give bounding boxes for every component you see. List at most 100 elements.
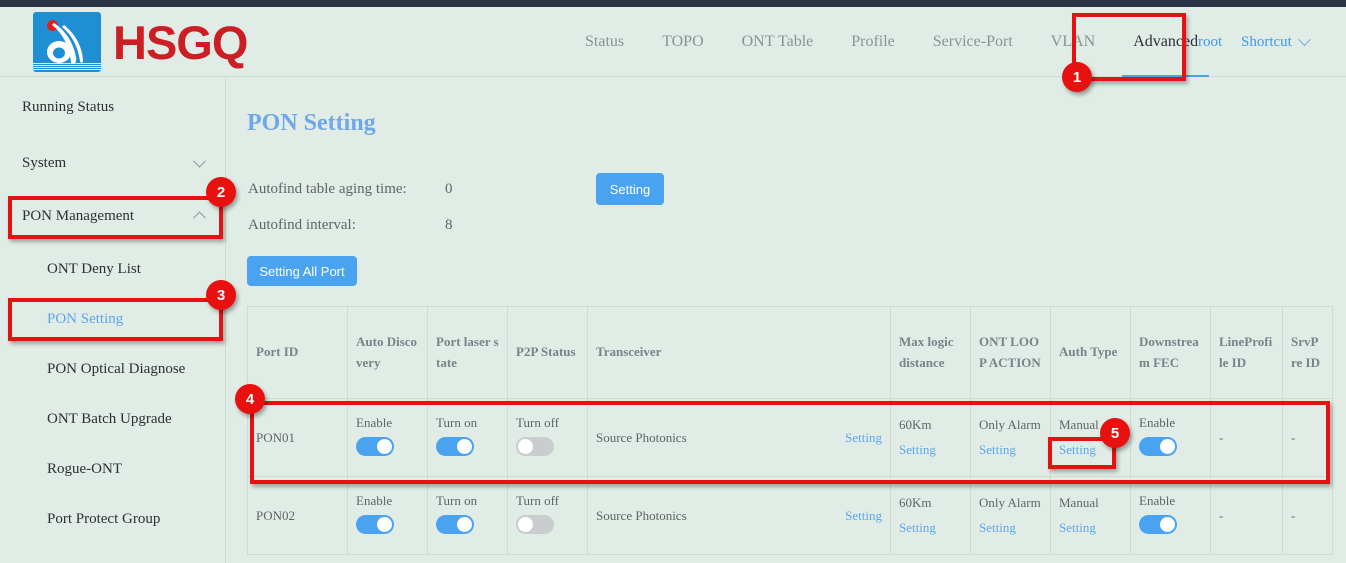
cell-transceiver: Source Photonics Setting — [588, 399, 891, 477]
col-header-ont-loop-action: ONT LOOP ACTION — [971, 307, 1051, 399]
downstream-fec-label: Enable — [1139, 414, 1202, 433]
sidebar-item-pon-optical-diagnose[interactable]: PON Optical Diagnose — [0, 344, 226, 394]
cell-ont-loop-action: Only Alarm Setting — [971, 399, 1051, 477]
sidebar: Running Status System PON Management ONT… — [0, 78, 226, 563]
cell-p2p-status: Turn off — [508, 399, 588, 477]
sidebar-item-label: PON Setting — [0, 311, 123, 328]
main-nav: Status TOPO ONT Table Profile Service-Po… — [566, 7, 1217, 77]
autofind-interval-label: Autofind interval: — [248, 217, 356, 234]
max-logic-distance-value: 60Km — [899, 413, 962, 438]
table-row: PON01 Enable Turn on — [248, 399, 1333, 477]
cell-auto-discovery: Enable — [348, 477, 428, 555]
transceiver-value: Source Photonics — [596, 430, 687, 446]
table-row: PON02 Enable Turn on — [248, 477, 1333, 555]
max-logic-distance-setting-link[interactable]: Setting — [899, 516, 962, 541]
ont-loop-action-value: Only Alarm — [979, 413, 1042, 438]
chevron-up-icon — [193, 211, 206, 224]
hsgq-logo-icon — [33, 12, 101, 72]
p2p-status-toggle[interactable] — [516, 437, 554, 456]
chevron-down-icon — [1298, 33, 1311, 46]
cell-line-profile-id: - — [1211, 477, 1283, 555]
cell-port-id: PON02 — [248, 477, 348, 555]
sidebar-item-pon-setting[interactable]: PON Setting — [0, 294, 226, 344]
port-laser-label: Turn on — [436, 414, 499, 433]
col-header-port-id: Port ID — [248, 307, 348, 399]
transceiver-value: Source Photonics — [596, 508, 687, 524]
col-header-transceiver: Transceiver — [588, 307, 891, 399]
main-content: PON Setting Autofind table aging time: 0… — [227, 78, 1346, 563]
max-logic-distance-value: 60Km — [899, 491, 962, 516]
sidebar-item-ont-deny-list[interactable]: ONT Deny List — [0, 244, 226, 294]
col-header-p2p-status: P2P Status — [508, 307, 588, 399]
sidebar-item-label: System — [0, 155, 66, 172]
nav-item-ont-table[interactable]: ONT Table — [723, 7, 833, 77]
sidebar-item-rogue-ont[interactable]: Rogue-ONT — [0, 444, 226, 494]
max-logic-distance-setting-link[interactable]: Setting — [899, 438, 962, 463]
nav-item-status[interactable]: Status — [566, 7, 643, 77]
app-root: HSGQ Status TOPO ONT Table Profile Servi… — [0, 0, 1346, 563]
sidebar-item-port-protect-group[interactable]: Port Protect Group — [0, 494, 226, 544]
ont-loop-action-value: Only Alarm — [979, 491, 1042, 516]
sidebar-item-label: ONT Batch Upgrade — [0, 411, 172, 428]
col-header-line-profile-id: LineProfile ID — [1211, 307, 1283, 399]
brand-logo[interactable]: HSGQ — [33, 12, 247, 72]
cell-downstream-fec: Enable — [1131, 399, 1211, 477]
auto-discovery-toggle[interactable] — [356, 437, 394, 456]
transceiver-setting-link[interactable]: Setting — [845, 430, 882, 446]
nav-item-vlan[interactable]: VLAN — [1032, 7, 1114, 77]
sidebar-item-label: ONT Deny List — [0, 261, 141, 278]
col-header-auto-discovery: Auto Discovery — [348, 307, 428, 399]
nav-item-service-port[interactable]: Service-Port — [914, 7, 1032, 77]
auth-type-value: Manual — [1059, 491, 1122, 516]
sidebar-item-label: PON Optical Diagnose — [0, 361, 185, 378]
cell-port-laser-state: Turn on — [428, 399, 508, 477]
col-header-auth-type: Auth Type — [1051, 307, 1131, 399]
autofind-interval-value: 8 — [445, 217, 453, 234]
chevron-down-icon — [193, 155, 206, 168]
sidebar-item-running-status[interactable]: Running Status — [0, 82, 226, 132]
cell-p2p-status: Turn off — [508, 477, 588, 555]
current-user-label: root — [1198, 7, 1222, 77]
col-header-srv-pre-id: SrvPre ID — [1283, 307, 1333, 399]
sidebar-item-label: Running Status — [0, 99, 114, 116]
logo-stripes-icon — [33, 63, 101, 72]
setting-button[interactable]: Setting — [596, 173, 664, 205]
downstream-fec-toggle[interactable] — [1139, 437, 1177, 456]
cell-downstream-fec: Enable — [1131, 477, 1211, 555]
setting-all-port-button[interactable]: Setting All Port — [247, 256, 357, 286]
shortcut-menu[interactable]: Shortcut — [1241, 7, 1309, 77]
ont-loop-action-setting-link[interactable]: Setting — [979, 438, 1042, 463]
ont-loop-action-setting-link[interactable]: Setting — [979, 516, 1042, 541]
downstream-fec-label: Enable — [1139, 492, 1202, 511]
port-laser-toggle[interactable] — [436, 437, 474, 456]
p2p-status-toggle[interactable] — [516, 515, 554, 534]
cell-auth-type: Manual Setting — [1051, 477, 1131, 555]
sidebar-item-ont-batch-upgrade[interactable]: ONT Batch Upgrade — [0, 394, 226, 444]
port-laser-toggle[interactable] — [436, 515, 474, 534]
transceiver-setting-link[interactable]: Setting — [845, 508, 882, 524]
nav-item-topo[interactable]: TOPO — [643, 7, 723, 77]
sidebar-item-label: PON Management — [0, 208, 134, 225]
autofind-aging-label: Autofind table aging time: — [248, 181, 407, 198]
sidebar-item-label: Rogue-ONT — [0, 461, 122, 478]
auth-type-setting-link[interactable]: Setting — [1059, 438, 1122, 463]
downstream-fec-toggle[interactable] — [1139, 515, 1177, 534]
table-header-row: Port ID Auto Discovery Port laser state … — [248, 307, 1333, 399]
sidebar-item-pon-management[interactable]: PON Management — [0, 191, 226, 241]
cell-ont-loop-action: Only Alarm Setting — [971, 477, 1051, 555]
auto-discovery-label: Enable — [356, 492, 419, 511]
auto-discovery-toggle[interactable] — [356, 515, 394, 534]
cell-max-logic-distance: 60Km Setting — [891, 399, 971, 477]
pon-settings-table: Port ID Auto Discovery Port laser state … — [247, 306, 1333, 555]
port-laser-label: Turn on — [436, 492, 499, 511]
top-accent-bar — [0, 0, 1346, 7]
cell-auto-discovery: Enable — [348, 399, 428, 477]
auth-type-setting-link[interactable]: Setting — [1059, 516, 1122, 541]
cell-auth-type: Manual Setting — [1051, 399, 1131, 477]
nav-item-profile[interactable]: Profile — [832, 7, 914, 77]
page-title: PON Setting — [247, 110, 376, 137]
auto-discovery-label: Enable — [356, 414, 419, 433]
cell-port-laser-state: Turn on — [428, 477, 508, 555]
p2p-status-label: Turn off — [516, 414, 579, 433]
sidebar-item-system[interactable]: System — [0, 138, 226, 188]
